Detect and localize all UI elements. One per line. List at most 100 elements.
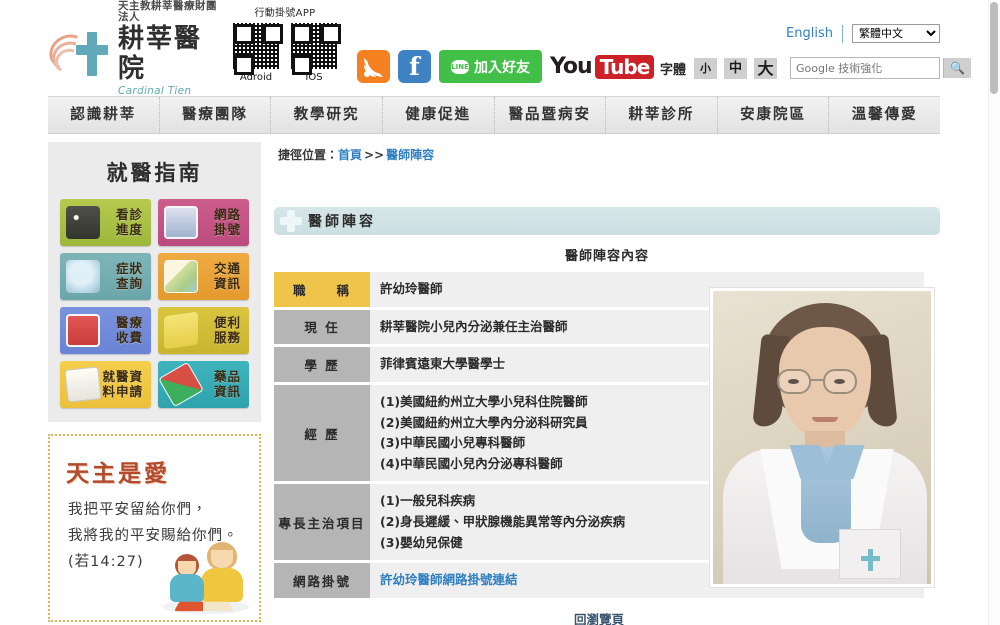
stethoscope-icon [66,206,100,239]
nav-item-education[interactable]: 教學研究 [271,97,383,133]
breadcrumb-label: 捷徑位置： [278,148,338,162]
nav-item-about[interactable]: 認識耕莘 [48,97,160,133]
line-add-friend-button[interactable]: LINE 加入好友 [439,50,542,83]
list-item: (2)身長遲緩、甲狀腺機能異常等內分泌疾病 [380,514,625,529]
doctor-profile: 職 稱 許幼玲醫師 現 任 耕莘醫院小兒內分泌兼任主治醫師 學 歷 菲律賓遠東大… [274,272,940,601]
utility-row: 字體 小 中 大 🔍 [660,57,940,79]
list-item: (3)中華民國小兒專科醫師 [380,435,525,450]
qr-item-android[interactable]: Adroid [232,22,280,83]
page-root: 天主教耕莘醫療財團法人 耕莘醫院 Cardinal Tien Hospital … [0,0,1000,625]
logo-name: 耕莘醫院 [118,25,218,85]
page-scrollbar-thumb[interactable] [990,2,998,94]
tile-label-line2: 查詢 [116,276,143,291]
tile-label: 看診 進度 [116,208,143,237]
tile-label: 交通 資訊 [214,262,241,291]
search-box: 🔍 [790,57,940,79]
tile-label-line2: 收費 [116,330,143,345]
document-icon [64,366,101,402]
back-to-list-link[interactable]: 回瀏覽頁 [574,612,624,625]
list-item: (1)一般兒科疾病 [380,493,475,508]
nav-item-clinic[interactable]: 耕莘診所 [606,97,718,133]
breadcrumb-current: 醫師陣容 [386,148,434,162]
tile-label: 網路 掛號 [214,208,241,237]
tile-label-line1: 藥品 [214,369,241,384]
pill-icon [158,362,204,408]
line-label: 加入好友 [474,57,530,77]
language-select[interactable]: 繁體中文 [852,24,940,43]
children-reading-icon [157,538,253,616]
tile-drug-info[interactable]: 藥品 資訊 [158,361,249,408]
social-links: f LINE 加入好友 You Tube [357,50,654,83]
medical-guide-tiles: 看診 進度 網路 掛號 症狀 查詢 [60,199,249,408]
qr-row: Adroid IOS [222,22,348,83]
language-divider [842,25,843,43]
main-navigation: 認識耕莘 醫療團隊 教學研究 健康促進 醫品暨病安 耕莘診所 安康院區 溫馨傳愛 [48,96,940,134]
qr-item-ios[interactable]: IOS [290,22,338,83]
tile-online-registration[interactable]: 網路 掛號 [158,199,249,246]
tile-traffic-info[interactable]: 交通 資訊 [158,253,249,300]
row-header-online-registration: 網路掛號 [274,562,370,600]
scripture-line-1: 我把平安留給你們， [68,498,208,519]
tile-label: 症狀 查詢 [116,262,143,291]
rss-icon[interactable] [357,50,390,83]
section-title: 醫師陣容 [308,211,376,231]
youtube-icon[interactable]: You Tube [550,54,654,79]
nav-item-ankang[interactable]: 安康院區 [718,97,830,133]
tile-symptom-search[interactable]: 症狀 查詢 [60,253,151,300]
youtube-tube-text: Tube [595,55,655,79]
breadcrumb-home-link[interactable]: 首頁 [338,148,362,162]
main-content: 捷徑位置：首頁>>醫師陣容 醫師陣容 醫師陣容內容 職 稱 許幼玲醫師 現 任 … [274,142,940,625]
calculator-icon [66,314,100,347]
tile-label: 藥品 資訊 [214,370,241,399]
list-item: (4)中華民國小兒內分泌專科醫師 [380,456,563,471]
fontsize-small-button[interactable]: 小 [694,58,717,79]
site-logo[interactable]: 天主教耕莘醫療財團法人 耕莘醫院 Cardinal Tien Hospital [48,24,218,86]
tile-label-line1: 便利 [214,315,241,330]
fontsize-medium-button[interactable]: 中 [724,58,747,79]
tile-label-line1: 症狀 [116,261,143,276]
breadcrumb-separator: >> [364,148,384,162]
scripture-line-3: (若14:27) [68,550,144,571]
left-sidebar: 就醫指南 看診 進度 網路 掛號 [48,142,261,622]
search-button[interactable]: 🔍 [943,58,971,78]
map-icon [164,260,198,293]
tile-label-line1: 醫療 [116,315,143,330]
facebook-icon[interactable]: f [398,50,431,83]
row-header-education: 學 歷 [274,346,370,384]
tile-convenience-services[interactable]: 便利 服務 [158,307,249,354]
tile-label-line1: 就醫資 [102,369,143,384]
english-link[interactable]: English [786,26,833,41]
tile-clinic-progress[interactable]: 看診 進度 [60,199,151,246]
breadcrumb: 捷徑位置：首頁>>醫師陣容 [274,142,940,163]
list-item: (1)美國紐約州立大學小兒科住院醫師 [380,394,588,409]
tile-label-line2: 資訊 [214,384,241,399]
row-header-experience: 經 歷 [274,383,370,483]
fontsize-label: 字體 [660,59,686,78]
tile-label-line2: 掛號 [214,222,241,237]
list-item: (2)美國紐約州立大學內分泌科研究員 [380,415,588,430]
cross-icon [280,210,302,232]
nav-item-love[interactable]: 溫馨傳愛 [829,97,940,133]
logo-text: 天主教耕莘醫療財團法人 耕莘醫院 Cardinal Tien Hospital [118,1,218,110]
tile-medical-fees[interactable]: 醫療 收費 [60,307,151,354]
tile-label-line1: 交通 [214,261,241,276]
fontsize-large-button[interactable]: 大 [754,58,777,79]
page-scrollbar[interactable] [988,0,1000,625]
qr-code-icon [232,22,280,70]
online-registration-link[interactable]: 許幼玲醫師網路掛號連結 [380,572,518,587]
content-title: 醫師陣容內容 [274,235,940,272]
language-switcher: English 繁體中文 [786,24,940,43]
section-header: 醫師陣容 [274,207,940,235]
nav-item-health[interactable]: 健康促進 [383,97,495,133]
search-input[interactable] [791,58,943,78]
tile-medical-record-request[interactable]: 就醫資 料申請 [60,361,151,408]
nav-item-quality[interactable]: 醫品暨病安 [495,97,607,133]
qr-code-icon [290,22,338,70]
tile-label-line1: 網路 [214,207,241,222]
back-link-row: 回瀏覽頁 [274,601,924,625]
youtube-you-text: You [550,54,592,79]
tile-label: 便利 服務 [214,316,241,345]
nav-item-team[interactable]: 醫療團隊 [160,97,272,133]
doctor-portrait [710,288,934,587]
scripture-banner[interactable]: 天主是愛 我把平安留給你們， 我將我的平安賜給你們。 (若14:27) [48,434,261,622]
